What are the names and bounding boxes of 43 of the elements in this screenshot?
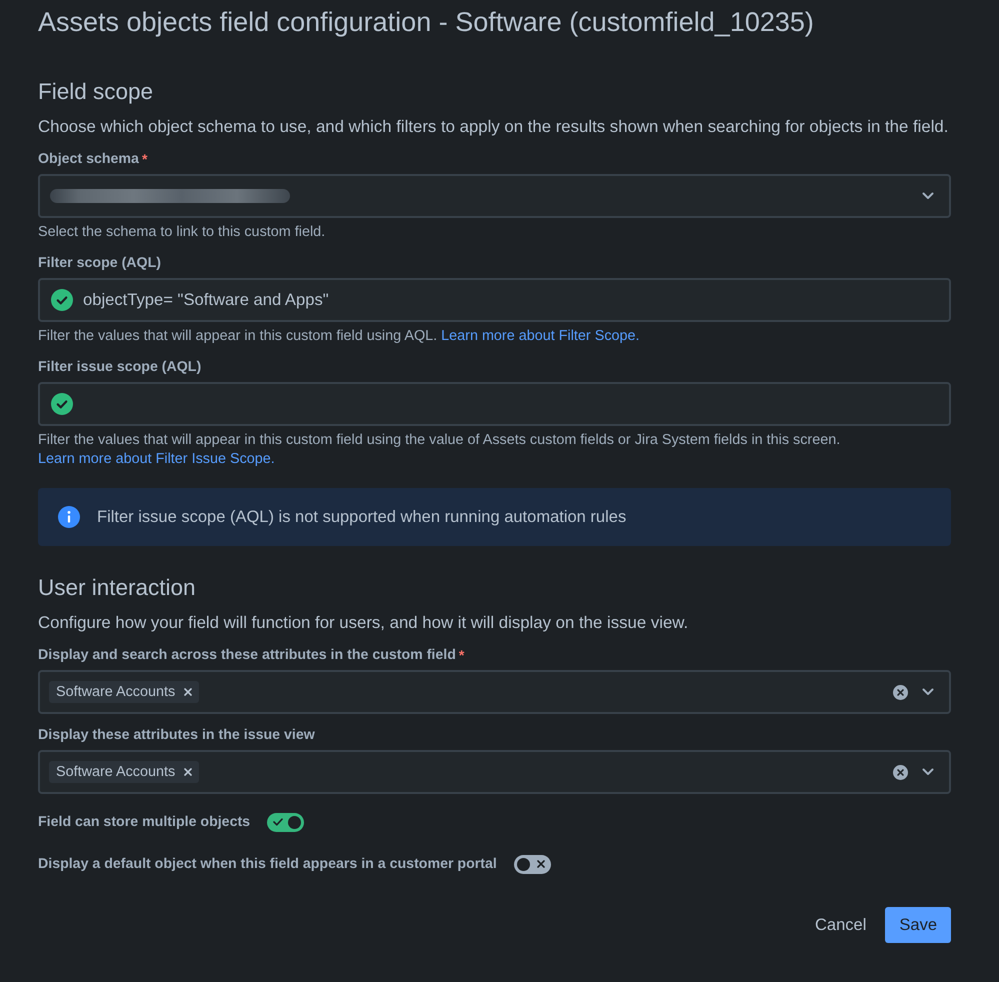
toggle-switch[interactable]	[514, 854, 551, 874]
toggle-switch[interactable]	[267, 812, 304, 832]
section-description: Configure how your field will function for users, and how it will display on the issue view.	[38, 612, 690, 634]
field-label: Filter scope (AQL)	[38, 254, 161, 273]
tag-label: Software Accounts	[56, 764, 176, 780]
check-icon	[273, 818, 284, 826]
attribute-multiselect[interactable]: Software Accounts	[38, 750, 951, 794]
clear-icon[interactable]	[893, 684, 908, 700]
page-title: Assets objects field configuration - Software (customfield_10235)	[38, 6, 815, 38]
field-label: Object schema	[38, 150, 139, 169]
field-label: Display these attributes in the issue view	[38, 726, 315, 745]
learn-more-link[interactable]: Learn more about Filter Issue Scope.	[38, 451, 275, 467]
required-asterisk: *	[458, 646, 464, 665]
toggle-label: Field can store multiple objects	[38, 814, 250, 830]
remove-icon[interactable]	[184, 688, 192, 696]
clear-icon[interactable]	[893, 764, 908, 780]
remove-icon[interactable]	[184, 768, 192, 776]
chevron-down-icon	[922, 192, 934, 200]
chevron-down-icon	[922, 688, 934, 696]
aql-input-field[interactable]: objectType= "Software and Apps"	[38, 278, 951, 322]
toggle-label: Display a default object when this field appears in a customer portal	[38, 856, 497, 872]
section-heading: Field scope	[38, 78, 154, 106]
section-description: Choose which object schema to use, and which filters to apply on the results shown when searching for objects in the field.	[38, 116, 950, 138]
info-icon	[58, 506, 80, 528]
field-label: Filter issue scope (AQL)	[38, 358, 202, 377]
section-heading: User interaction	[38, 574, 197, 602]
chevron-down-icon	[922, 768, 934, 776]
helper-text: Filter the values that will appear in this custom field using AQL. Learn more about Filter Scope.	[38, 327, 641, 346]
tag-label: Software Accounts	[56, 684, 176, 700]
required-asterisk: *	[142, 150, 148, 169]
field-label: Display and search across these attributes in the custom field	[38, 646, 456, 665]
attribute-tag[interactable]: Software Accounts	[49, 761, 200, 783]
attribute-multiselect[interactable]: Software Accounts	[38, 670, 951, 714]
schema-select[interactable]	[38, 174, 951, 218]
aql-input-field[interactable]	[38, 382, 951, 426]
notice-text: Filter issue scope (AQL) is not supported when running automation rules	[97, 508, 626, 526]
x-icon	[536, 860, 545, 868]
helper-text: Filter the values that will appear in this custom field using the value of Assets custom fields or Jira System fields in this screen. Learn more about Filter Issue Scope.	[38, 431, 842, 469]
attribute-tag[interactable]: Software Accounts	[49, 681, 200, 703]
save-button[interactable]: Save	[885, 907, 951, 943]
cancel-button[interactable]: Cancel	[803, 907, 878, 943]
learn-more-link[interactable]: Learn more about Filter Scope.	[441, 328, 640, 344]
helper-text: Select the schema to link to this custom field.	[38, 223, 326, 242]
